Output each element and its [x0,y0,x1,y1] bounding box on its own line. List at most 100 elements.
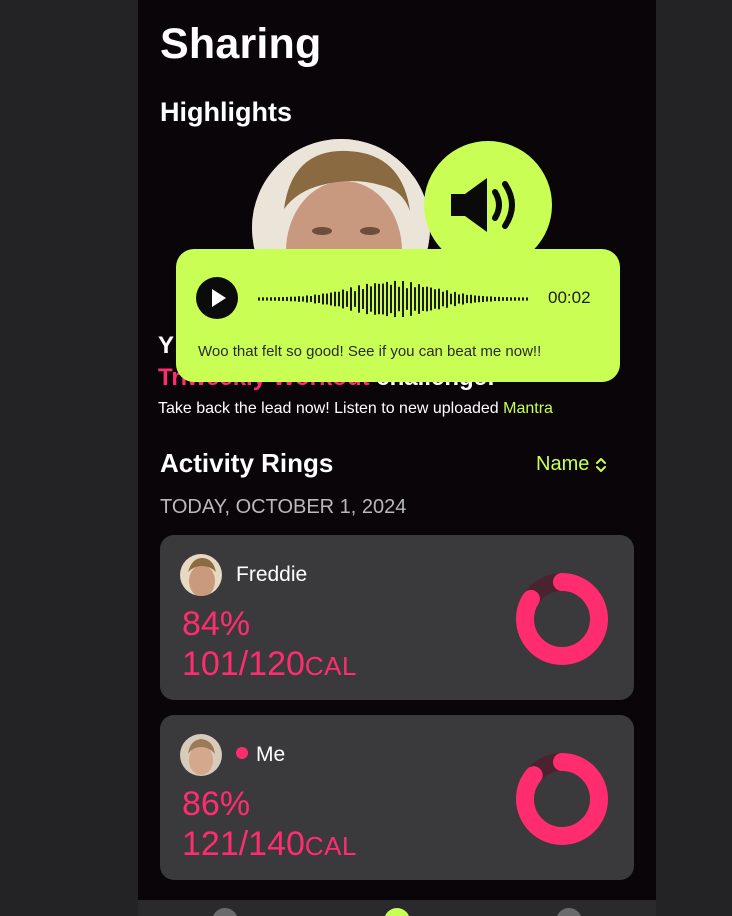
calories: 101/120CAL [182,645,357,684]
right-background [656,0,732,916]
play-button[interactable] [196,277,238,319]
user-name-text: Me [256,743,286,766]
waveform-bar [430,287,432,311]
waveform-bar [526,297,528,301]
waveform-bar [410,282,412,316]
waveform-bar [398,286,400,312]
waveform-bar [306,295,308,303]
waveform-bar [286,296,288,302]
calories-unit: CAL [304,831,357,861]
waveform-bar [426,286,428,312]
left-background [0,0,138,916]
avatar [180,734,222,776]
tab-fitness[interactable] [556,908,582,916]
waveform-bar [290,296,292,302]
waveform-bar [418,284,420,314]
waveform-bar [518,297,520,301]
waveform-bar [478,295,480,303]
activity-card-freddie[interactable]: Freddie 84% 101/120CAL [160,535,634,700]
avatar [180,554,222,596]
highlights-title: Highlights [160,97,292,127]
waveform-bar [466,294,468,304]
waveform-bar [302,296,304,302]
voice-duration: 00:02 [548,288,591,307]
waveform-bar [490,296,492,302]
activity-card-me[interactable]: Me 86% 121/140CAL [160,715,634,880]
waveform-bar [482,295,484,303]
activity-rings-title: Activity Rings [160,448,334,478]
waveform-bar [434,289,436,309]
waveform-bar [442,291,444,307]
waveform-bar [334,291,336,307]
mantra-link[interactable]: Mantra [503,400,553,417]
waveform-bar [282,297,284,301]
audio-waveform[interactable] [258,279,528,319]
waveform-bar [386,281,388,317]
waveform-bar [310,296,312,302]
waveform-bar [486,296,488,302]
waveform-bar [330,292,332,306]
sort-button[interactable]: Name [536,453,607,476]
waveform-bar [462,293,464,305]
waveform-bar [458,294,460,304]
waveform-bar [390,284,392,314]
waveform-bar [382,283,384,315]
highlight-desc-text: Take back the lead now! Listen to new up… [158,400,504,417]
waveform-bar [474,295,476,303]
date-label: TODAY, OCTOBER 1, 2024 [160,496,407,518]
waveform-bar [522,297,524,301]
waveform-bar [374,283,376,315]
progress-percent: 86% [182,785,251,823]
voice-message-card[interactable]: 00:02 Woo that felt so good! See if you … [176,249,620,382]
waveform-bar [278,297,280,301]
chevron-up-down-icon [596,457,607,472]
waveform-bar [362,289,364,309]
calories-value: 101/120 [182,645,305,683]
waveform-bar [318,294,320,304]
waveform-bar [262,297,264,301]
waveform-bar [498,296,500,302]
waveform-bar [414,287,416,311]
waveform-bar [510,297,512,301]
waveform-bar [378,283,380,315]
voice-message-text: Woo that felt so good! See if you can be… [198,343,542,360]
waveform-bar [266,297,268,301]
tab-summary[interactable] [212,908,238,916]
waveform-bar [270,297,272,301]
waveform-bar [502,297,504,301]
waveform-bar [494,296,496,302]
waveform-bar [514,297,516,301]
calories-unit: CAL [304,651,357,681]
waveform-bar [358,285,360,313]
waveform-bar [370,286,372,312]
waveform-bar [506,297,508,301]
friend-name: Freddie [236,563,308,586]
tab-sharing[interactable] [384,908,410,916]
waveform-bar [294,296,296,302]
calories-value: 121/140 [182,825,305,863]
highlight-description: Take back the lead now! Listen to new up… [158,400,553,418]
waveform-bar [354,291,356,307]
progress-percent: 84% [182,605,251,643]
calories: 121/140CAL [182,825,357,864]
activity-ring [516,573,608,665]
waveform-bar [258,297,260,301]
waveform-bar [438,288,440,310]
sort-label: Name [536,453,590,475]
phone-screen: Sharing Highlights Y Triweekly Workout c… [138,0,656,916]
waveform-bar [322,293,324,305]
waveform-bar [326,293,328,305]
page-title: Sharing [160,20,322,68]
waveform-bar [346,291,348,307]
waveform-bar [350,287,352,311]
waveform-bar [406,288,408,310]
waveform-bar [422,287,424,311]
waveform-bar [450,293,452,305]
me-indicator-dot [236,747,248,760]
waveform-bar [342,289,344,309]
activity-ring [516,753,608,845]
waveform-bar [366,283,368,315]
waveform-bar [394,280,396,318]
play-icon [212,289,226,307]
waveform-bar [314,294,316,304]
